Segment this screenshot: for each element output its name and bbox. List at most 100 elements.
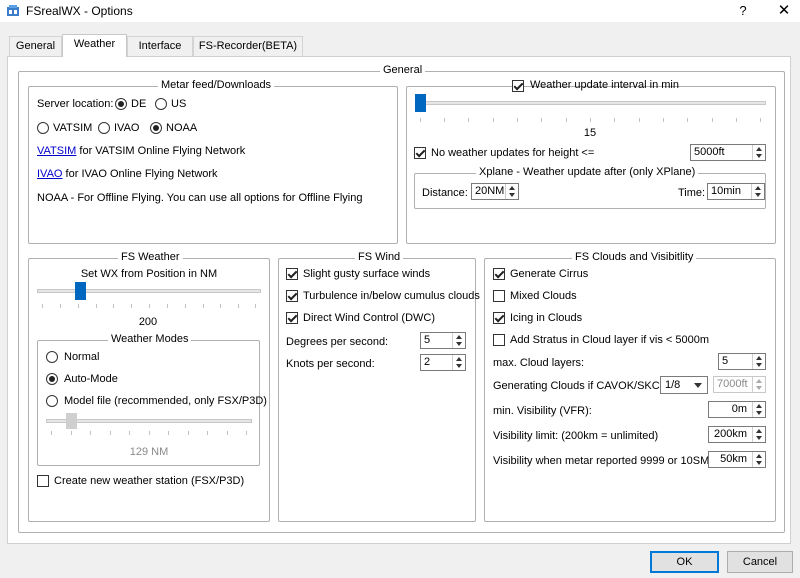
cirrus-checkbox[interactable] [493,268,505,280]
distance-label: Distance: [422,187,468,199]
model-slider-ticks [51,431,247,435]
network-noaa-label: NOAA [166,122,198,134]
mode-model-file-label: Model file (recommended, only FSX/P3D) [64,395,267,407]
server-us-label: US [171,98,187,110]
degrees-value: 5 [424,334,431,346]
wx-slider-track [37,289,261,293]
knots-label: Knots per second: [286,358,375,370]
time-spinbox[interactable]: 10min [707,183,765,200]
update-slider-thumb[interactable] [415,94,426,112]
noaa-desc: NOAA - For Offline Flying. You can use a… [37,192,363,204]
knots-spin-arrows[interactable] [452,355,465,370]
turbulence-label: Turbulence in/below cumulus clouds [303,290,480,302]
visibility-limit-spinbox[interactable]: 200km [708,426,766,443]
mixed-clouds-checkbox[interactable] [493,290,505,302]
update-slider-track [415,101,766,105]
model-slider-thumb[interactable] [66,413,77,429]
mode-auto-label: Auto-Mode [64,373,118,385]
mixed-clouds-label: Mixed Clouds [510,290,577,302]
vatsim-link[interactable]: VATSIM [37,145,76,157]
metar-group-title: Metar feed/Downloads [158,79,275,91]
icing-checkbox[interactable] [493,312,505,324]
gusty-winds-checkbox[interactable] [286,268,298,280]
tab-weather[interactable]: Weather [62,34,127,57]
knots-spinbox[interactable]: 2 [420,354,466,371]
max-layers-spinbox[interactable]: 5 [718,353,766,370]
time-label: Time: [678,187,706,199]
height-spinbox[interactable]: 5000ft [690,144,766,161]
chevron-down-icon [694,383,702,388]
server-location-label: Server location: [37,98,114,110]
time-spin-arrows[interactable] [751,184,764,199]
network-vatsim-label: VATSIM [53,122,93,134]
knots-value: 2 [424,356,431,368]
set-wx-label: Set WX from Position in NM [80,268,218,280]
update-interval-slider[interactable] [415,94,766,116]
min-visibility-label: min. Visibility (VFR): [493,405,592,417]
cavok-coverage-value: 1/8 [665,379,681,391]
ivao-link[interactable]: IVAO [37,168,62,180]
visibility-9999-spinbox[interactable]: 50km [708,451,766,468]
min-visibility-spin-arrows[interactable] [752,402,765,417]
network-vatsim-radio[interactable] [37,122,49,134]
stratus-checkbox[interactable] [493,334,505,346]
degrees-spinbox[interactable]: 5 [420,332,466,349]
no-updates-height-checkbox[interactable] [414,147,426,159]
visibility-limit-spin-arrows[interactable] [752,427,765,442]
dwc-label: Direct Wind Control (DWC) [303,312,436,324]
cavok-label: Generating Clouds if CAVOK/SKC: [493,380,663,392]
max-layers-value: 5 [722,355,729,367]
distance-value: 20NM [475,185,505,197]
stratus-label: Add Stratus in Cloud layer if vis < 5000… [510,334,710,346]
max-layers-label: max. Cloud layers: [493,357,585,369]
set-wx-slider[interactable] [37,282,261,304]
ok-button[interactable]: OK [650,551,719,573]
network-ivao-radio[interactable] [98,122,110,134]
mode-auto-radio[interactable] [46,373,58,385]
server-de-label: DE [131,98,147,110]
model-distance-slider[interactable] [46,413,252,431]
vatsim-desc: for VATSIM Online Flying Network [79,145,246,157]
height-spin-arrows[interactable] [752,145,765,160]
create-station-checkbox[interactable] [37,475,49,487]
visibility-limit-label: Visibility limit: (200km = unlimited) [493,430,659,442]
cancel-button[interactable]: Cancel [727,551,793,573]
time-value: 10min [711,185,741,197]
visibility-9999-value: 50km [720,453,747,465]
cirrus-label: Generate Cirrus [510,268,589,280]
update-slider-ticks [420,118,761,122]
server-de-radio[interactable] [115,98,127,110]
min-visibility-spinbox[interactable]: 0m [708,401,766,418]
distance-spinbox[interactable]: 20NM [471,183,519,200]
degrees-label: Degrees per second: [286,336,389,348]
dwc-checkbox[interactable] [286,312,298,324]
create-station-label: Create new weather station (FSX/P3D) [54,475,245,487]
visibility-limit-value: 200km [713,428,747,440]
mode-normal-radio[interactable] [46,351,58,363]
fs-clouds-title: FS Clouds and Visibitlity [572,251,697,263]
general-group-title: General [380,64,426,76]
window-title: FSrealWX - Options [26,4,133,18]
turbulence-checkbox[interactable] [286,290,298,302]
distance-spin-arrows[interactable] [505,184,518,199]
height-value: 5000ft [694,146,725,158]
model-distance-value: 129 NM [129,446,169,458]
icing-label: Icing in Clouds [510,312,583,324]
tab-general[interactable]: General [9,36,62,56]
help-button[interactable]: ? [733,2,753,20]
mode-model-file-radio[interactable] [46,395,58,407]
network-ivao-label: IVAO [114,122,140,134]
server-us-radio[interactable] [155,98,167,110]
network-noaa-radio[interactable] [150,122,162,134]
degrees-spin-arrows[interactable] [452,333,465,348]
update-interval-checkbox[interactable] [512,80,524,92]
wx-slider-thumb[interactable] [75,282,86,300]
weather-modes-title: Weather Modes [108,333,192,345]
gusty-winds-label: Slight gusty surface winds [303,268,431,280]
max-layers-spin-arrows[interactable] [752,354,765,369]
tab-interface[interactable]: Interface [127,36,193,56]
close-icon[interactable]: ✕ [772,2,796,20]
tab-fs-recorder[interactable]: FS-Recorder(BETA) [193,36,303,56]
visibility-9999-spin-arrows[interactable] [752,452,765,467]
cavok-coverage-combo[interactable]: 1/8 [660,376,708,394]
